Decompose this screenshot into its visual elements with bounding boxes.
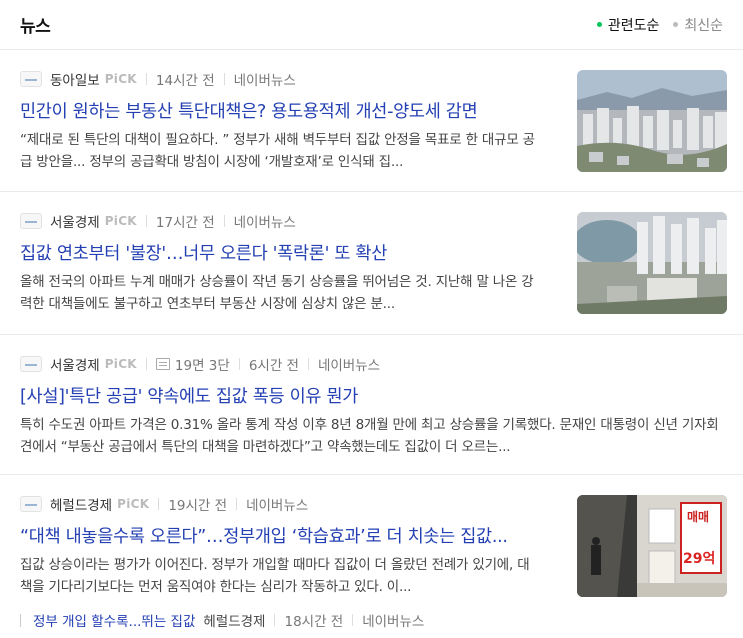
naver-news-link[interactable]: 네이버뉴스 (234, 69, 296, 89)
news-item: 헤럴드경제 PiCK 19시간 전 네이버뉴스 “대책 내놓을수록 오른다”…정… (0, 475, 743, 638)
related-news-title[interactable]: 정부 개입 할수록...뛰는 집값 (33, 610, 195, 630)
news-time: 6시간 전 (248, 358, 299, 374)
news-item: 서울경제 PiCK 19면 3단 6시간 전 네이버뉴스 [사설]'특단 공급'… (0, 335, 743, 475)
news-title[interactable]: 집값 연초부터 '불장'…너무 오른다 '폭락론' 또 확산 (20, 241, 540, 267)
divider (274, 614, 276, 626)
pick-badge: PiCK (117, 497, 150, 511)
news-description[interactable]: “제대로 된 특단의 대책이 필요하다. ” 정부가 새해 벽두부터 집값 안정… (20, 129, 540, 173)
press-name[interactable]: 동아일보 (50, 69, 100, 89)
naver-news-link[interactable]: 네이버뉴스 (318, 354, 380, 374)
related-naver-news-link[interactable]: 네이버뉴스 (362, 610, 424, 630)
section-title: 뉴스 (20, 17, 51, 37)
divider (145, 73, 147, 85)
news-thumbnail[interactable]: 매매 29억 (577, 495, 727, 597)
inactive-dot-icon (673, 22, 679, 27)
pick-badge: PiCK (104, 214, 137, 228)
news-item: 서울경제 PiCK 17시간 전 네이버뉴스 집값 연초부터 '불장'…너무 오… (0, 192, 743, 335)
press-name[interactable]: 서울경제 (50, 354, 100, 374)
news-time: 19시간 전 (168, 498, 228, 514)
news-description[interactable]: 특히 수도권 아파트 가격은 0.31% 올라 통계 작성 이후 8년 8개월 … (20, 414, 723, 458)
newspaper-icon (155, 358, 170, 370)
pick-badge: PiCK (104, 357, 137, 371)
related-press-name[interactable]: 헤럴드경제 (203, 610, 265, 630)
sort-relevance[interactable]: 관련도순 (596, 15, 660, 35)
naver-news-link[interactable]: 네이버뉴스 (234, 211, 296, 231)
news-thumbnail[interactable] (577, 70, 727, 172)
news-description[interactable]: 올해 전국의 아파트 누계 매매가 상승률이 작년 동기 상승률을 뛰어넘은 것… (20, 271, 540, 315)
news-item: 동아일보 PiCK 14시간 전 네이버뉴스 민간이 원하는 부동산 특단대책은… (0, 50, 743, 192)
divider (307, 358, 309, 370)
news-title[interactable]: 민간이 원하는 부동산 특단대책은? 용도용적제 개선-양도세 감면 (20, 99, 540, 125)
press-logo-icon[interactable] (20, 213, 42, 229)
divider (238, 358, 240, 370)
sort-latest-label: 최신순 (684, 17, 723, 34)
news-time: 14시간 전 (155, 73, 215, 89)
news-title[interactable]: [사설]'특단 공급' 약속에도 집값 폭등 이유 뭔가 (20, 384, 723, 410)
sort-relevance-label: 관련도순 (607, 17, 660, 34)
divider (145, 215, 147, 227)
active-dot-icon (596, 22, 602, 27)
price-text: 29억 (683, 551, 715, 567)
sort-options: 관련도순 최신순 (596, 15, 723, 35)
divider (223, 73, 225, 85)
sort-latest[interactable]: 최신순 (673, 15, 723, 35)
divider (236, 498, 238, 510)
press-logo-icon[interactable] (20, 356, 42, 372)
related-marker (20, 613, 21, 627)
news-time: 17시간 전 (155, 215, 215, 231)
news-list: 동아일보 PiCK 14시간 전 네이버뉴스 민간이 원하는 부동산 특단대책은… (0, 50, 743, 638)
divider (223, 215, 225, 227)
news-title[interactable]: “대책 내놓을수록 오른다”…정부개입 ‘학습효과’로 더 치솟는 집값... (20, 524, 540, 550)
naver-news-link[interactable]: 네이버뉴스 (246, 494, 308, 514)
paper-page: 19면 3단 (174, 358, 230, 374)
press-name[interactable]: 서울경제 (50, 211, 100, 231)
press-logo-icon[interactable] (20, 71, 42, 87)
news-header: 뉴스 관련도순 최신순 (0, 0, 743, 50)
related-news: 정부 개입 할수록...뛰는 집값 헤럴드경제 18시간 전 네이버뉴스 (20, 610, 723, 630)
divider (145, 358, 147, 370)
press-name[interactable]: 헤럴드경제 (50, 494, 112, 514)
news-description[interactable]: 집값 상승이라는 평가가 이어진다. 정부가 개입할 때마다 집값이 더 올랐던… (20, 554, 540, 598)
divider (158, 498, 160, 510)
divider (352, 614, 354, 626)
press-logo-icon[interactable] (20, 496, 42, 512)
news-thumbnail[interactable] (577, 212, 727, 314)
related-time: 18시간 전 (284, 614, 344, 630)
news-meta: 서울경제 PiCK 19면 3단 6시간 전 네이버뉴스 (20, 354, 723, 374)
sign-text: 매매 (687, 509, 709, 524)
pick-badge: PiCK (104, 72, 137, 86)
